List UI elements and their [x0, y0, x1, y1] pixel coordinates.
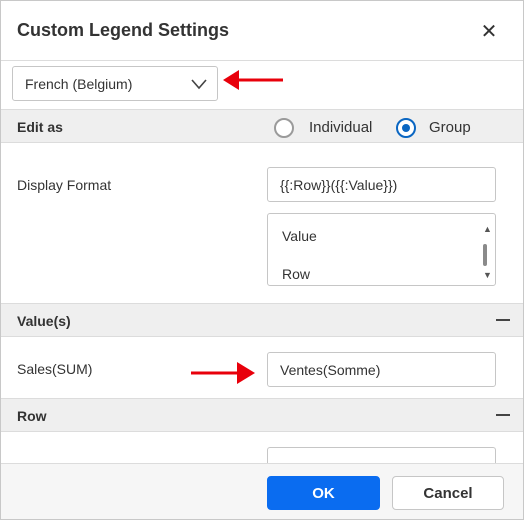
display-format-label: Display Format — [17, 177, 112, 193]
group-radio[interactable] — [396, 118, 416, 138]
row-input-partial[interactable] — [267, 447, 496, 463]
language-select-value: French (Belgium) — [25, 75, 133, 92]
individual-radio[interactable] — [274, 118, 294, 138]
dialog-footer: OK Cancel — [1, 463, 523, 519]
collapse-icon[interactable] — [496, 319, 510, 321]
arrow-annotation — [191, 362, 255, 384]
values-section-label: Value(s) — [17, 313, 71, 329]
row-section-bar[interactable]: Row — [1, 398, 523, 432]
collapse-icon[interactable] — [496, 414, 510, 416]
list-item-row[interactable]: Row — [282, 266, 310, 282]
language-select[interactable]: French (Belgium) — [12, 66, 218, 101]
sales-sum-input[interactable]: Ventes(Somme) — [267, 352, 496, 387]
chevron-down-icon — [191, 79, 207, 90]
scrollbar-thumb[interactable] — [483, 244, 487, 266]
scroll-up-icon[interactable]: ▲ — [483, 224, 492, 234]
individual-label[interactable]: Individual — [309, 119, 372, 136]
row-section-label: Row — [17, 408, 47, 424]
close-icon[interactable]: ✕ — [477, 19, 501, 43]
dialog-header: Custom Legend Settings ✕ — [1, 1, 523, 61]
values-section-bar[interactable]: Value(s) — [1, 303, 523, 337]
sales-sum-label: Sales(SUM) — [17, 361, 93, 377]
group-label[interactable]: Group — [429, 119, 471, 136]
arrow-annotation — [223, 70, 283, 90]
field-listbox[interactable]: Value Row ▲ ▼ — [267, 213, 496, 286]
edit-as-bar: Edit as Individual Group — [1, 109, 523, 143]
list-item-value[interactable]: Value — [282, 228, 317, 244]
custom-legend-settings-dialog: Custom Legend Settings ✕ French (Belgium… — [0, 0, 524, 520]
display-format-input[interactable]: {{:Row}}({{:Value}}) — [267, 167, 496, 202]
cancel-button[interactable]: Cancel — [392, 476, 504, 510]
edit-as-label: Edit as — [17, 119, 63, 135]
dialog-title: Custom Legend Settings — [17, 20, 230, 40]
scroll-down-icon[interactable]: ▼ — [483, 270, 492, 280]
ok-button[interactable]: OK — [267, 476, 380, 510]
